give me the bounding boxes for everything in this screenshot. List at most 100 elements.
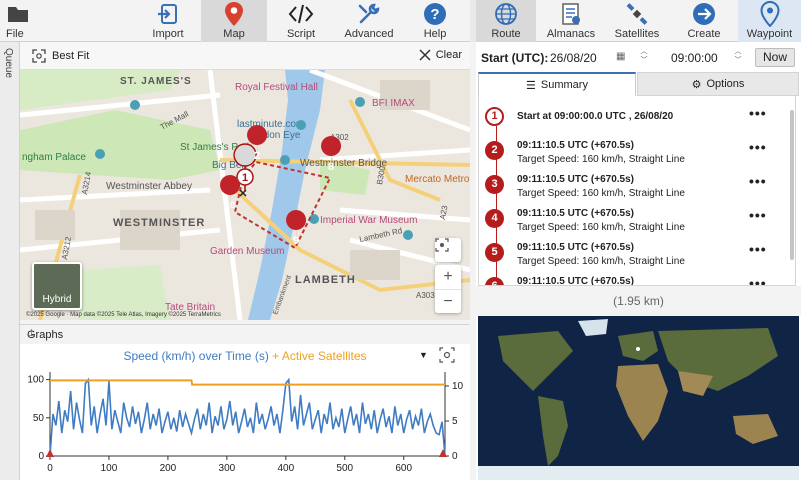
zoom-in-button[interactable]: + <box>435 265 461 289</box>
best-fit-button[interactable]: Best Fit <box>32 49 89 63</box>
waypoint-number: 2 <box>485 141 504 160</box>
satellites-button[interactable]: Satellites <box>604 0 670 42</box>
list-item[interactable]: 3 09:11:10.5 UTC (+670.5s) Target Speed:… <box>479 168 789 202</box>
y-tick-label-left: 50 <box>33 413 45 424</box>
more-options-button[interactable]: ••• <box>749 139 767 155</box>
map-label-bfi: BFI IMAX <box>372 98 415 109</box>
graph-title: Speed (km/h) over Time (s) + Active Sate… <box>123 349 367 363</box>
folder-icon <box>6 1 32 27</box>
x-tick-label: 400 <box>277 463 294 474</box>
map-label-lastminute: lastminute.com <box>237 119 304 130</box>
start-time-field[interactable]: 09:00:00 <box>671 51 718 65</box>
series-line-0 <box>49 377 446 457</box>
y-tick-label-right: 5 <box>452 416 458 427</box>
poi-marker[interactable] <box>95 149 105 159</box>
create-button[interactable]: Create <box>672 0 736 42</box>
route-button[interactable]: Route <box>476 0 536 42</box>
world-map-view[interactable] <box>478 316 799 480</box>
x-tick-label: 500 <box>336 463 353 474</box>
svg-text:9: 9 <box>293 235 299 247</box>
waypoint-speed: Target Speed: 160 km/h, Straight Line <box>517 256 685 267</box>
more-options-button[interactable]: ••• <box>749 207 767 223</box>
waypoint-speed: Target Speed: 160 km/h, Straight Line <box>517 154 685 165</box>
more-options-button[interactable]: ••• <box>749 173 767 189</box>
list-icon: ☰ <box>526 79 536 92</box>
start-date-field[interactable]: 26/08/20 <box>550 51 597 65</box>
list-item[interactable]: 6 09:11:10.5 UTC (+670.5s) ••• <box>479 270 789 285</box>
map-label-st-james: ST. JAMES'S <box>120 76 192 87</box>
waypoint-number: 6 <box>485 277 504 285</box>
map-label-royal-festival: Royal Festival Hall <box>235 82 318 93</box>
help-button[interactable]: ? Help <box>405 0 465 42</box>
waypoint-speed: Target Speed: 160 km/h, Straight Line <box>517 222 685 233</box>
waypoint-button[interactable]: Waypoint <box>738 0 801 42</box>
time-spinner[interactable]: ︿ ﹀ <box>733 47 743 65</box>
advanced-button[interactable]: Advanced <box>336 0 402 42</box>
svg-text:8: 8 <box>328 161 334 173</box>
y-tick-label-left: 0 <box>38 451 44 462</box>
waypoint-list-scrollbar[interactable] <box>788 96 796 286</box>
route-location-marker <box>636 347 640 351</box>
tab-summary[interactable]: ☰ Summary <box>478 72 636 96</box>
locate-button[interactable] <box>435 238 461 262</box>
more-options-button[interactable]: ••• <box>749 241 767 257</box>
more-options-button[interactable]: ••• <box>749 105 767 121</box>
graphs-panel-header: Graphs ⊥ <box>20 324 470 344</box>
queue-side-tab[interactable]: Queue <box>0 42 20 480</box>
map-label-westminster-abbey: Westminster Abbey <box>106 181 192 192</box>
map-label-mercato: Mercato Metro <box>405 174 470 185</box>
route-distance: (1.95 km) <box>476 286 801 316</box>
speed-chart: 0 100 200 300 400 500 600 0 50 100 0 5 10 <box>27 372 464 474</box>
pin-icon[interactable]: ⊥ <box>27 328 460 339</box>
poi-marker[interactable] <box>403 230 413 240</box>
waypoint-time: 09:11:10.5 UTC (+670.5s) <box>517 208 635 219</box>
poi-marker[interactable] <box>280 155 290 165</box>
list-item[interactable]: 5 09:11:10.5 UTC (+670.5s) Target Speed:… <box>479 236 789 270</box>
import-icon <box>155 1 181 27</box>
close-icon <box>419 49 431 61</box>
x-tick-label: 0 <box>47 463 53 474</box>
map-button[interactable]: Map <box>201 0 267 42</box>
zoom-out-button[interactable]: − <box>435 289 461 313</box>
x-tick-label: 300 <box>219 463 236 474</box>
map-pin-icon <box>221 1 247 27</box>
tab-options[interactable]: ⚙ Options <box>637 72 799 96</box>
list-item[interactable]: 2 09:11:10.5 UTC (+670.5s) Target Speed:… <box>479 134 789 168</box>
map-attribution: ©2025 Google · Map data ©2025 Tele Atlas… <box>26 312 221 318</box>
start-marker <box>46 449 54 457</box>
file-menu-button[interactable]: File <box>0 0 44 42</box>
calendar-icon[interactable]: ▦ <box>616 51 625 62</box>
end-marker <box>439 449 447 457</box>
hybrid-layer-toggle[interactable]: Hybrid <box>32 262 82 310</box>
graph-screenshot-button[interactable] <box>439 347 455 366</box>
poi-marker[interactable] <box>355 97 365 107</box>
map-view[interactable]: ST. JAMES'S Royal Festival Hall BFI IMAX… <box>20 70 470 320</box>
map-label-palace: ngham Palace <box>22 152 86 163</box>
y-tick-label-right: 0 <box>452 451 458 462</box>
map-label-westminster: WESTMINSTER <box>113 217 205 229</box>
more-options-button[interactable]: ••• <box>749 275 767 285</box>
waypoint-icon <box>757 1 783 27</box>
import-button[interactable]: Import <box>137 0 199 42</box>
route-panel: Start (UTC): 26/08/20 ▦ ︿ ﹀ 09:00:00 ︿ ﹀ N… <box>476 42 801 480</box>
file-label: File <box>6 28 24 40</box>
list-item[interactable]: 1 Start at 09:00:00.0 UTC , 26/08/20 ••• <box>479 100 789 134</box>
svg-text:10: 10 <box>225 200 235 210</box>
route-tabs: ☰ Summary ⚙ Options <box>476 72 801 96</box>
poi-marker[interactable] <box>130 100 140 110</box>
almanacs-button[interactable]: Almanacs <box>540 0 602 42</box>
locate-icon <box>435 238 449 252</box>
list-item[interactable]: 4 09:11:10.5 UTC (+670.5s) Target Speed:… <box>479 202 789 236</box>
map-canvas: ST. JAMES'S Royal Festival Hall BFI IMAX… <box>20 70 470 320</box>
graph-series-dropdown[interactable]: ▼ <box>419 350 428 360</box>
now-button[interactable]: Now <box>755 48 795 67</box>
y-tick-label-left: 100 <box>27 375 44 386</box>
gear-icon: ⚙ <box>691 78 702 91</box>
map-label-lambeth: LAMBETH <box>295 274 356 286</box>
date-spinner[interactable]: ︿ ﹀ <box>639 47 649 65</box>
script-button[interactable]: Script <box>269 0 333 42</box>
svg-text:?: ? <box>430 6 439 23</box>
poi-marker[interactable] <box>296 120 306 130</box>
svg-text:1: 1 <box>242 172 248 184</box>
clear-button[interactable]: Clear <box>419 49 462 61</box>
